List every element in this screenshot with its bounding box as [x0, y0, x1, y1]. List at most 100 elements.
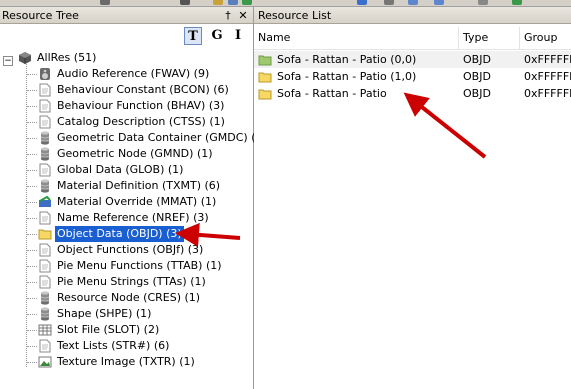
document-icon	[38, 339, 52, 353]
tree-item-label: Texture Image (TXTR) (1)	[57, 355, 195, 368]
tree-item-label: Behaviour Constant (BCON) (6)	[57, 83, 229, 96]
tree-connector	[27, 218, 37, 219]
resource-tree-header: Resource Tree † ✕	[0, 7, 253, 24]
document-icon	[38, 243, 52, 257]
tree-item-label: Resource Node (CRES) (1)	[57, 291, 201, 304]
toolbar-button-icon[interactable]	[242, 0, 252, 5]
toolbar-button-icon[interactable]	[100, 0, 110, 5]
pane-title: Resource Tree	[2, 9, 79, 22]
tree-connector	[27, 202, 37, 203]
tree-connector	[27, 314, 37, 315]
cell-type: OBJD	[463, 87, 491, 100]
resource-row[interactable]: Sofa - Rattan - Patio OBJD 0xFFFFFFFF	[254, 85, 571, 102]
tree-item-label: Geometric Node (GMND) (1)	[57, 147, 213, 160]
tree-item-label: Object Data (OBJD) (3)	[55, 226, 184, 242]
toolbar-button-icon[interactable]	[180, 0, 190, 5]
tree-item-label: Pie Menu Functions (TTAB) (1)	[57, 259, 222, 272]
folder-green-icon	[258, 53, 273, 66]
tree-item-label: Global Data (GLOB) (1)	[57, 163, 184, 176]
tree-item-label: Catalog Description (CTSS) (1)	[57, 115, 225, 128]
tree-connector	[27, 106, 37, 107]
database-icon	[38, 291, 52, 305]
tree-item-label: Slot File (SLOT) (2)	[57, 323, 160, 336]
database-icon	[38, 131, 52, 145]
cell-name: Sofa - Rattan - Patio (1,0)	[277, 70, 417, 83]
tree-item-label: Material Definition (TXMT) (6)	[57, 179, 221, 192]
tree-connector	[27, 266, 37, 267]
speaker-icon	[38, 67, 52, 81]
cell-group: 0xFFFFFFFF	[524, 53, 571, 66]
tree-connector	[27, 234, 37, 235]
column-header-type[interactable]: Type	[459, 27, 520, 49]
resource-row[interactable]: Sofa - Rattan - Patio (1,0) OBJD 0xFFFFFFF…	[254, 68, 571, 85]
view-instance-button[interactable]: I	[229, 27, 247, 45]
tree-connector	[27, 330, 37, 331]
tree-item-label: Material Override (MMAT) (1)	[57, 195, 217, 208]
grid-icon	[38, 323, 52, 337]
document-icon	[38, 115, 52, 129]
document-icon	[38, 259, 52, 273]
document-icon	[38, 99, 52, 113]
toolbar-button-icon[interactable]	[384, 0, 394, 5]
tree-connector	[27, 250, 37, 251]
tree-item-label: Pie Menu Strings (TTAs) (1)	[57, 275, 206, 288]
toolbar-button-icon[interactable]	[512, 0, 522, 5]
view-group-button[interactable]: G	[208, 27, 226, 45]
tree-item-label: Shape (SHPE) (1)	[57, 307, 152, 320]
pane-title: Resource List	[258, 9, 332, 22]
top-toolbar	[0, 0, 571, 7]
cell-type: OBJD	[463, 53, 491, 66]
tree-item-label: Behaviour Function (BHAV) (3)	[57, 99, 225, 112]
cube-icon	[18, 51, 32, 65]
tree-connector	[27, 138, 37, 139]
toolbar-button-icon[interactable]	[478, 0, 488, 5]
material-override-icon	[38, 195, 52, 209]
tree-connector	[27, 298, 37, 299]
resource-list-header: Resource List	[254, 7, 571, 24]
tree-connector	[27, 122, 37, 123]
tree-connector	[27, 170, 37, 171]
tree-item-label: Geometric Data Container (GMDC) (1)	[57, 131, 267, 144]
tree-guide-line	[26, 64, 27, 367]
tree-connector	[27, 90, 37, 91]
document-icon	[38, 163, 52, 177]
tree-connector	[27, 154, 37, 155]
tree-connector	[27, 282, 37, 283]
cell-group: 0xFFFFFFFF	[524, 87, 571, 100]
close-icon[interactable]: ✕	[237, 7, 249, 24]
folder-icon	[258, 87, 273, 100]
tree-item-label: AllRes (51)	[37, 51, 97, 64]
toolbar-button-icon[interactable]	[228, 0, 238, 5]
tree-connector	[27, 74, 37, 75]
cell-type: OBJD	[463, 70, 491, 83]
column-header-group[interactable]: Group	[520, 27, 571, 49]
toolbar-button-icon[interactable]	[357, 0, 367, 5]
tree-view-toolbar: T G I	[0, 25, 253, 47]
resource-row[interactable]: Sofa - Rattan - Patio (0,0) OBJD 0xFFFFFFF…	[254, 51, 571, 68]
column-header-row: Name Type Group	[254, 27, 571, 50]
tree-item-label: Name Reference (NREF) (3)	[57, 211, 209, 224]
database-icon	[38, 307, 52, 321]
cell-name: Sofa - Rattan - Patio (0,0)	[277, 53, 417, 66]
folder-icon	[258, 70, 273, 83]
document-icon	[38, 211, 52, 225]
toolbar-button-icon[interactable]	[408, 0, 418, 5]
toolbar-button-icon[interactable]	[434, 0, 444, 5]
column-header-name[interactable]: Name	[254, 27, 459, 49]
image-icon	[38, 355, 52, 369]
cell-group: 0xFFFFFFFF	[524, 70, 571, 83]
folder-icon	[38, 227, 52, 241]
resource-list-pane: Resource List Name Type Group Sofa - Rat…	[254, 7, 571, 389]
toolbar-button-icon[interactable]	[213, 0, 223, 5]
document-icon	[38, 275, 52, 289]
tree-item-label: Object Functions (OBJf) (3)	[57, 243, 204, 256]
tree-item-label: Text Lists (STR#) (6)	[57, 339, 170, 352]
collapse-toggle[interactable]: −	[3, 56, 13, 66]
database-icon	[38, 179, 52, 193]
database-icon	[38, 147, 52, 161]
pin-icon[interactable]: †	[222, 7, 234, 24]
tree-connector	[27, 362, 37, 363]
document-icon	[38, 83, 52, 97]
cell-name: Sofa - Rattan - Patio	[277, 87, 387, 100]
view-tree-button[interactable]: T	[184, 27, 202, 45]
